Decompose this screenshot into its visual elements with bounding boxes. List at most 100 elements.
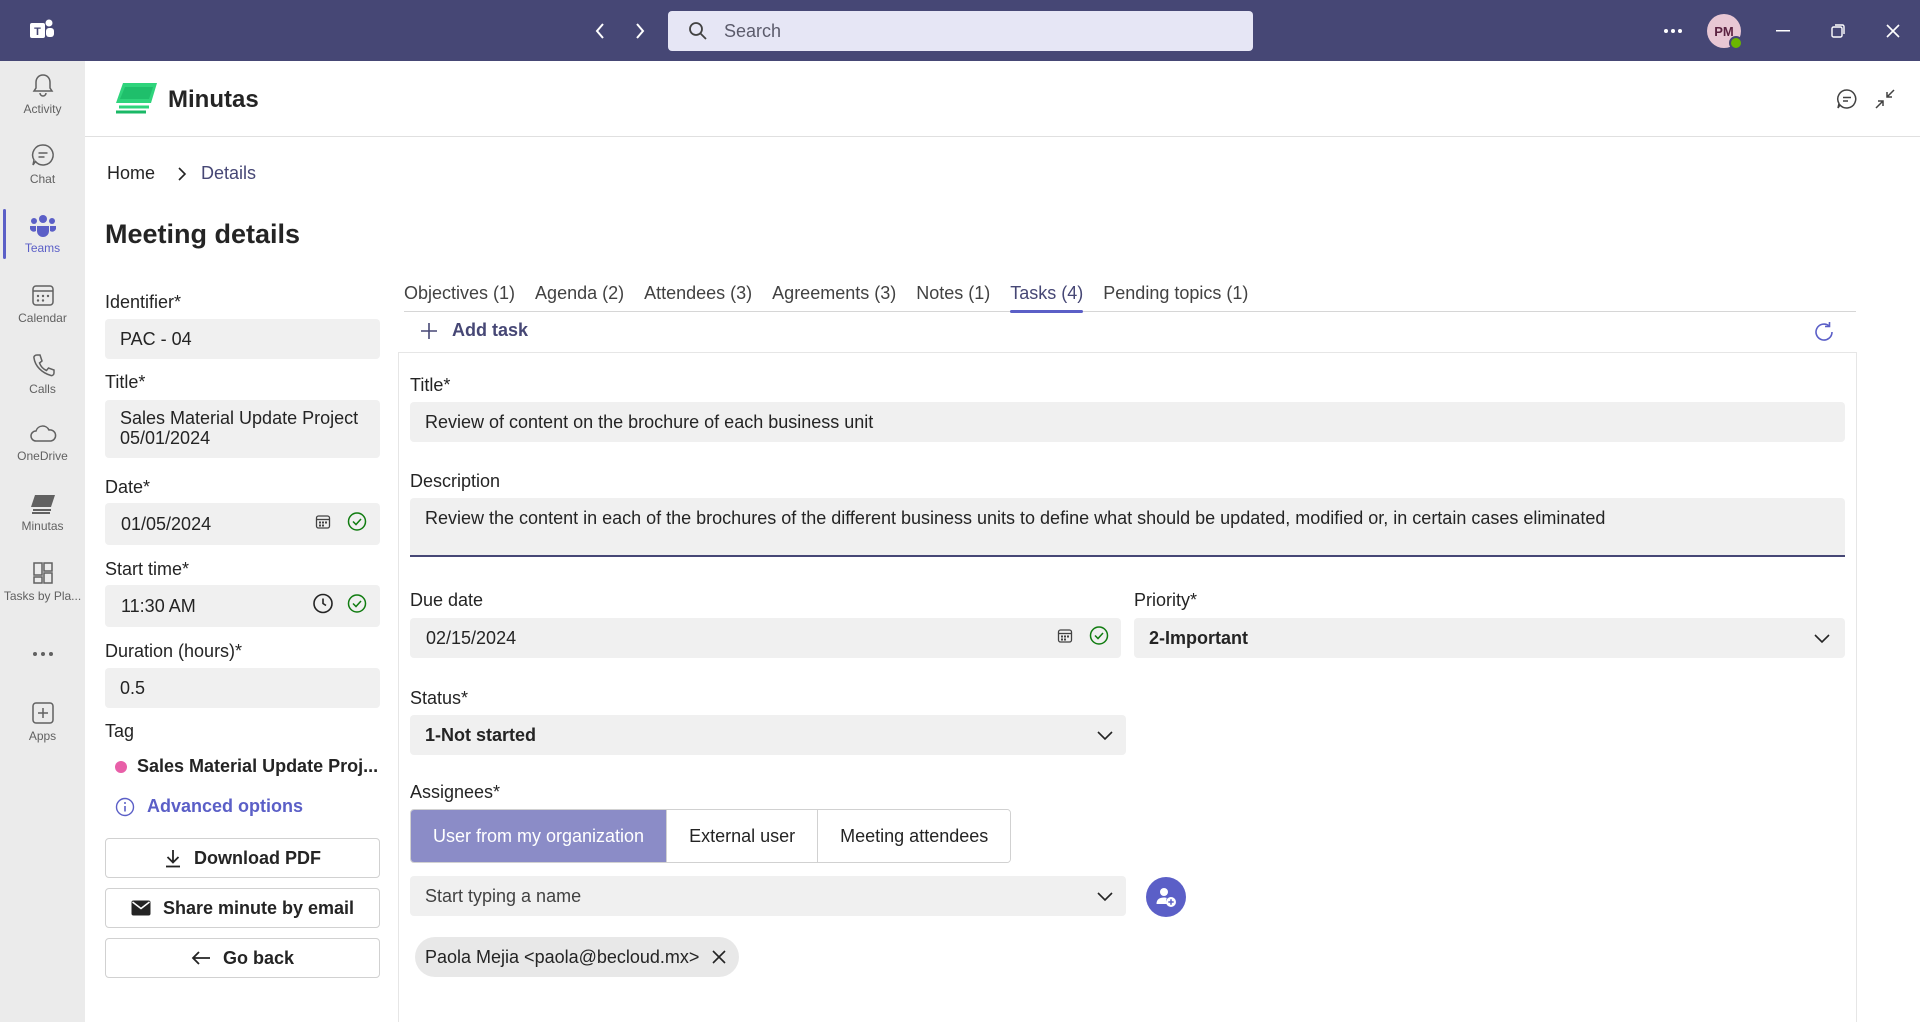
chevron-right-icon: [177, 166, 187, 182]
chevron-down-icon: [1097, 725, 1113, 746]
avatar[interactable]: PM: [1707, 14, 1743, 50]
date-field[interactable]: 01/05/2024: [105, 503, 380, 545]
rail-label: Activity: [23, 102, 62, 116]
add-task-label: Add task: [452, 320, 529, 340]
bell-icon: [32, 74, 53, 97]
duration-label: Duration (hours)*: [105, 641, 243, 661]
description-label: Description: [410, 471, 501, 491]
assignee-chip-label: Paola Mejia <paola@becloud.mx>: [425, 946, 700, 967]
back-arrow-icon[interactable]: [587, 18, 613, 44]
task-form-panel: [398, 352, 1857, 1022]
breadcrumb-home[interactable]: Home: [107, 163, 155, 184]
rail-item-chat[interactable]: Chat: [0, 131, 85, 197]
share-email-button[interactable]: Share minute by email: [105, 888, 380, 928]
tab-tasks[interactable]: Tasks (4): [1010, 283, 1084, 313]
phone-icon: [32, 354, 55, 377]
breadcrumb-details[interactable]: Details: [201, 163, 256, 184]
rail-label: Minutas: [21, 519, 64, 533]
rail-item-apps[interactable]: Apps: [0, 689, 85, 755]
advanced-options-link[interactable]: Advanced options: [115, 796, 303, 817]
task-title-label: Title*: [410, 375, 451, 395]
start-time-field[interactable]: 11:30 AM: [105, 585, 380, 627]
rail-item-calls[interactable]: Calls: [0, 341, 85, 407]
tab-agreements[interactable]: Agreements (3): [772, 283, 896, 312]
priority-value: 2-Important: [1149, 627, 1248, 648]
tag-item[interactable]: Sales Material Update Proj...: [115, 756, 378, 777]
svg-text:T: T: [34, 26, 41, 38]
avatar-initials: PM: [1714, 23, 1734, 39]
add-person-button[interactable]: [1146, 877, 1186, 917]
people-picker-input[interactable]: Start typing a name: [410, 876, 1126, 916]
rail-label: OneDrive: [17, 449, 68, 463]
calendar-picker-icon[interactable]: [1057, 628, 1073, 649]
start-time-value: 11:30 AM: [121, 595, 196, 616]
more-options-icon[interactable]: [1660, 18, 1686, 44]
go-back-button[interactable]: Go back: [105, 938, 380, 978]
presence-available-icon: [1729, 36, 1743, 50]
rail-item-teams[interactable]: Teams: [0, 201, 85, 267]
status-dropdown[interactable]: 1-Not started: [410, 715, 1126, 755]
remove-assignee-icon[interactable]: [711, 949, 727, 965]
add-task-button[interactable]: Add task: [420, 320, 528, 341]
go-back-label: Go back: [222, 947, 295, 968]
minimize-icon[interactable]: [1770, 18, 1796, 44]
tab-attendees[interactable]: Attendees (3): [644, 283, 752, 312]
assignee-chip: Paola Mejia <paola@becloud.mx>: [415, 937, 740, 977]
rail-item-activity[interactable]: Activity: [0, 61, 85, 127]
search-box[interactable]: [668, 11, 1253, 51]
restore-icon[interactable]: [1825, 18, 1851, 44]
tab-objectives[interactable]: Objectives (1): [404, 283, 515, 312]
identifier-label: Identifier*: [105, 292, 182, 312]
chat-bubble-icon[interactable]: [1833, 85, 1861, 113]
teams-logo-icon[interactable]: T: [28, 17, 56, 43]
download-icon: [166, 850, 180, 868]
tab-agenda[interactable]: Agenda (2): [535, 283, 624, 312]
check-circle-icon: [1089, 626, 1109, 651]
refresh-icon[interactable]: [1812, 320, 1836, 349]
collapse-icon[interactable]: [1871, 85, 1899, 113]
duration-value: 0.5: [120, 677, 146, 698]
forward-arrow-icon[interactable]: [627, 18, 653, 44]
due-date-field[interactable]: 02/15/2024: [410, 618, 1121, 658]
priority-dropdown[interactable]: 2-Important: [1134, 618, 1845, 658]
assignee-source-selector: User from my organization External user …: [410, 809, 1012, 863]
calendar-picker-icon[interactable]: [315, 514, 331, 535]
people-picker-placeholder: Start typing a name: [425, 885, 582, 906]
identifier-field[interactable]: PAC - 04: [105, 319, 380, 359]
breadcrumb: Home Details: [107, 163, 256, 184]
tab-bar: Objectives (1) Agenda (2) Attendees (3) …: [404, 283, 1856, 313]
assignees-label: Assignees*: [410, 782, 501, 802]
task-title-field[interactable]: Review of content on the brochure of eac…: [410, 402, 1845, 442]
title-bar: T PM: [0, 0, 1920, 61]
close-icon[interactable]: [1880, 18, 1906, 44]
tab-notes[interactable]: Notes (1): [916, 283, 990, 312]
clock-icon[interactable]: [312, 593, 334, 620]
rail-item-onedrive[interactable]: OneDrive: [0, 410, 85, 476]
mail-icon: [131, 900, 151, 916]
title-value: Sales Material Update Project 05/01/2024: [120, 408, 359, 448]
app-name: Minutas: [168, 86, 259, 113]
tag-color-dot: [115, 760, 127, 773]
rail-item-more[interactable]: [0, 621, 85, 687]
minutas-logo-icon: [111, 81, 159, 122]
tab-pending-topics[interactable]: Pending topics (1): [1103, 283, 1248, 312]
rail-item-tasks-by-planner[interactable]: Tasks by Pla...: [0, 549, 85, 615]
description-field[interactable]: Review the content in each of the brochu…: [410, 498, 1845, 557]
more-icon: [32, 652, 53, 656]
duration-field[interactable]: 0.5: [105, 668, 380, 708]
page-title: Meeting details: [105, 219, 301, 249]
rail-item-calendar[interactable]: Calendar: [0, 271, 85, 337]
option-meeting-attendees[interactable]: Meeting attendees: [818, 810, 1011, 862]
title-field[interactable]: Sales Material Update Project 05/01/2024: [105, 400, 380, 458]
minutas-icon: [30, 495, 55, 514]
rail-label: Teams: [24, 241, 61, 255]
search-input[interactable]: [724, 20, 1204, 42]
check-circle-icon: [347, 594, 367, 619]
option-external-user[interactable]: External user: [667, 810, 819, 862]
chevron-down-icon[interactable]: [1097, 886, 1113, 907]
option-user-from-organization[interactable]: User from my organization: [411, 810, 668, 862]
download-pdf-button[interactable]: Download PDF: [105, 838, 380, 878]
person-add-icon: [1156, 888, 1176, 907]
chevron-down-icon: [1814, 628, 1830, 649]
rail-item-minutas[interactable]: Minutas: [0, 480, 85, 546]
